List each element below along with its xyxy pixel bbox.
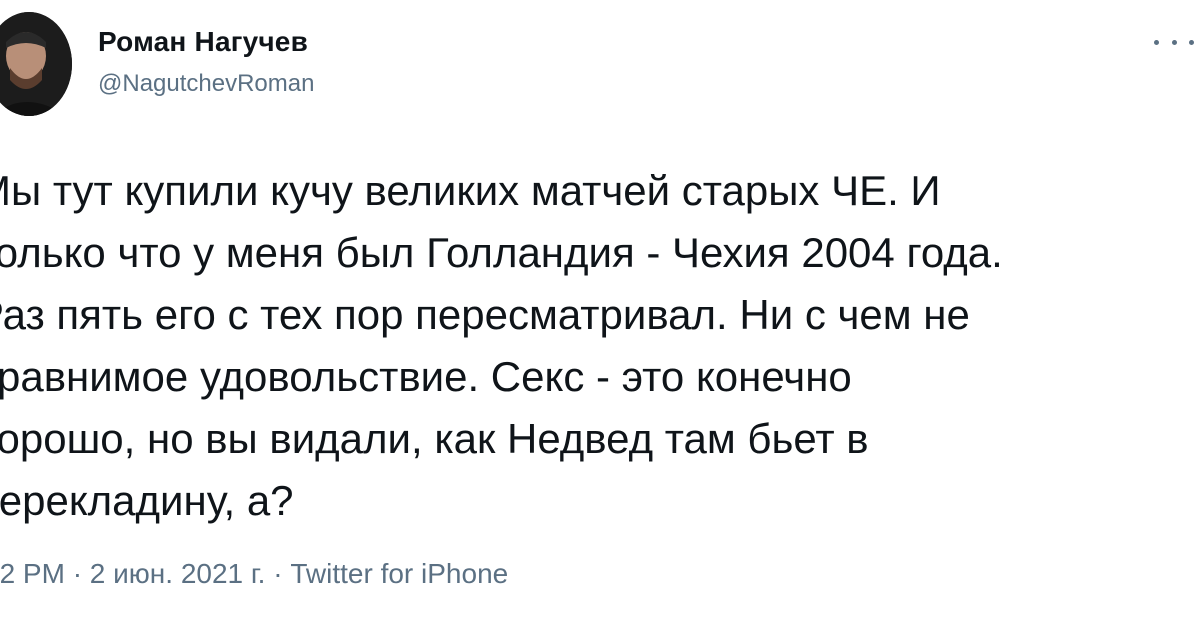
tweet-text: Мы тут купили кучу великих матчей старых… (0, 160, 1200, 532)
tweet-line: Раз пять его с тех пор пересматривал. Ни… (0, 291, 970, 338)
tweet-line: Мы тут купили кучу великих матчей старых… (0, 167, 941, 214)
tweet-line: только что у меня был Голландия - Чехия … (0, 229, 1003, 276)
more-options-button[interactable] (1154, 30, 1194, 54)
avatar[interactable] (0, 12, 72, 116)
more-horizontal-icon (1154, 39, 1159, 45)
tweet-line: хорошо, но вы видали, как Недвед там бье… (0, 415, 869, 462)
author-handle[interactable]: @NagutchevRoman (98, 70, 314, 98)
more-horizontal-icon (1171, 39, 1177, 45)
author-name[interactable]: Роман Нагучев (98, 26, 308, 58)
tweet-line: перекладину, а? (0, 477, 294, 524)
tweet-line: сравнимое удовольствие. Секс - это конеч… (0, 353, 852, 400)
tweet-timestamp-source[interactable]: 32 PM · 2 июн. 2021 г. · Twitter for iPh… (0, 558, 508, 590)
more-horizontal-icon (1189, 39, 1194, 45)
